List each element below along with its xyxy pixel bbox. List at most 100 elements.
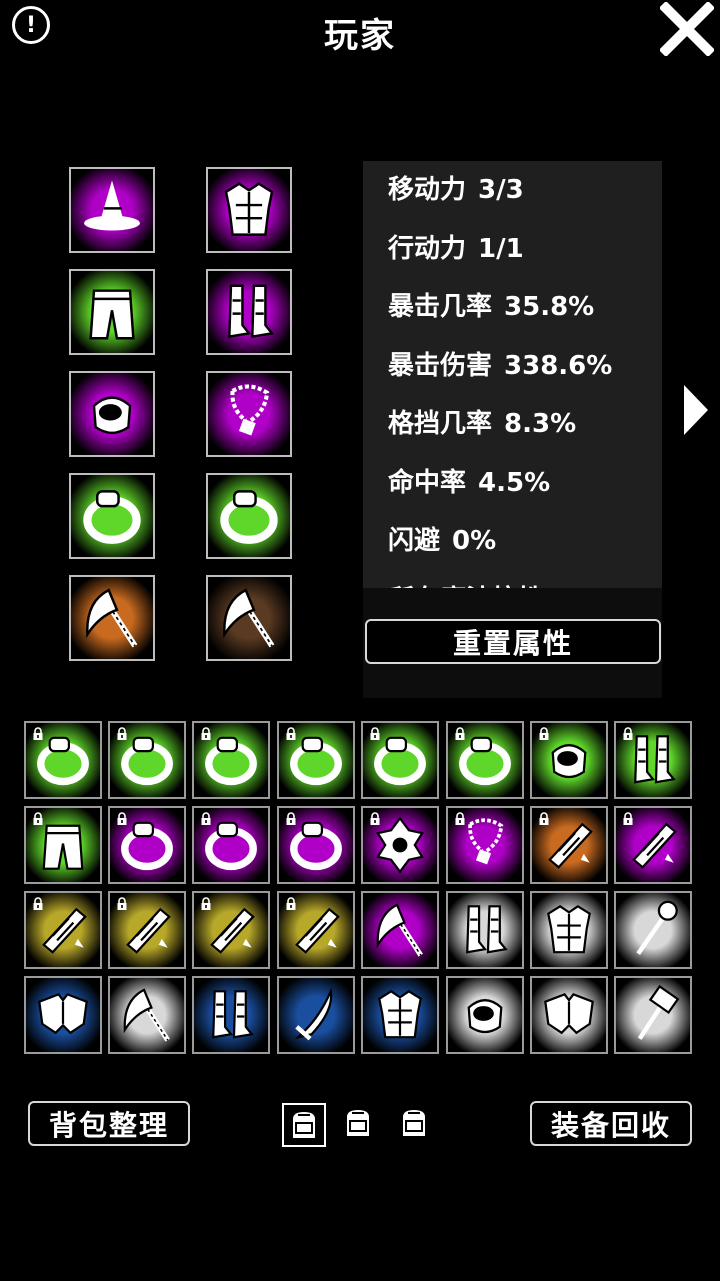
equipment-slot[interactable] [69, 575, 155, 661]
stat-row: 闪避 0% [388, 520, 496, 557]
chest-armor-icon [547, 904, 591, 954]
lock-icon [623, 727, 633, 740]
reset-attributes-button[interactable]: 重置属性 [365, 619, 661, 664]
lock-icon [33, 727, 43, 740]
inventory-slot[interactable] [108, 976, 186, 1054]
lock-icon [455, 812, 465, 825]
backpack-page-tab[interactable] [338, 1103, 382, 1147]
shoulder-armor-icon [544, 992, 594, 1035]
inventory-slot[interactable] [446, 721, 524, 799]
stat-value: 8.3% [504, 409, 577, 439]
equipment-slot[interactable] [69, 371, 155, 457]
inventory-slot[interactable] [614, 721, 692, 799]
lock-icon [539, 727, 549, 740]
backpack-page-1-icon [291, 1109, 317, 1140]
equipment-slot[interactable] [206, 575, 292, 661]
amulet-icon [230, 384, 270, 436]
inventory-slot[interactable] [108, 806, 186, 884]
ring-icon [220, 490, 278, 544]
inventory-slot[interactable] [361, 976, 439, 1054]
inventory-slot[interactable] [361, 891, 439, 969]
stat-row: 行动力 1/1 [388, 228, 524, 265]
next-page-arrow-icon[interactable] [684, 385, 708, 435]
stat-row: 移动力 3/3 [388, 169, 524, 206]
inventory-slot[interactable] [192, 976, 270, 1054]
lock-icon [117, 812, 127, 825]
equipment-slot[interactable] [206, 167, 292, 253]
boots-icon [228, 284, 275, 339]
inventory-slot[interactable] [108, 721, 186, 799]
lock-icon [201, 812, 211, 825]
ring-icon [83, 490, 141, 544]
inventory-slot[interactable] [108, 891, 186, 969]
stat-value: 0% [452, 526, 497, 556]
lock-icon [370, 727, 380, 740]
inventory-slot[interactable] [530, 806, 608, 884]
inventory-slot[interactable] [277, 806, 355, 884]
inventory-slot[interactable] [446, 891, 524, 969]
lock-icon [33, 812, 43, 825]
inventory-slot[interactable] [446, 806, 524, 884]
stat-value: 338.6% [504, 350, 613, 381]
stat-value: 35.8% [504, 292, 595, 322]
inventory-slot[interactable] [277, 891, 355, 969]
inventory-slot[interactable] [530, 976, 608, 1054]
inventory-slot[interactable] [192, 721, 270, 799]
curved-sword-icon [294, 987, 333, 1041]
inventory-slot[interactable] [192, 806, 270, 884]
pants-icon [89, 289, 135, 340]
inventory-slot[interactable] [24, 891, 102, 969]
boots-icon [212, 990, 254, 1039]
equipment-slot[interactable] [206, 371, 292, 457]
inventory-slot[interactable] [277, 976, 355, 1054]
inventory-slot[interactable] [614, 806, 692, 884]
equipment-slot[interactable] [206, 269, 292, 355]
wizard-hat-icon [84, 180, 140, 231]
stat-value: 1/1 [478, 233, 524, 264]
stat-row: 命中率 4.5% [388, 462, 550, 499]
battle-axe-icon [86, 588, 138, 648]
inventory-slot[interactable] [361, 806, 439, 884]
stat-value: 3/3 [478, 175, 524, 205]
inventory-slot[interactable] [24, 721, 102, 799]
stat-label: 命中率 [388, 467, 467, 498]
battle-axe-icon [223, 588, 275, 648]
stat-value: 4.5% [478, 467, 551, 498]
stat-row: 暴击几率 35.8% [388, 286, 594, 323]
close-x-icon[interactable] [660, 2, 714, 56]
backpack-page-3-icon [401, 1107, 427, 1138]
stat-row: 格挡几率 8.3% [388, 403, 576, 440]
backpack-page-tab[interactable] [394, 1103, 438, 1147]
inventory-slot[interactable] [530, 721, 608, 799]
inventory-slot[interactable] [24, 806, 102, 884]
inventory-slot[interactable] [530, 891, 608, 969]
inventory-slot[interactable] [614, 891, 692, 969]
stat-label: 闪避 [388, 526, 441, 556]
bracer-icon [92, 396, 132, 435]
lock-icon [201, 727, 211, 740]
lock-icon [33, 897, 43, 910]
hammer-icon [637, 984, 680, 1040]
equipment-slot[interactable] [69, 269, 155, 355]
backpack-page-tab[interactable] [282, 1103, 326, 1147]
lock-icon [539, 812, 549, 825]
lock-icon [455, 727, 465, 740]
inventory-slot[interactable] [192, 891, 270, 969]
equipment-slot[interactable] [69, 473, 155, 559]
recycle-equipment-button[interactable]: 装备回收 [530, 1101, 692, 1146]
inventory-slot[interactable] [446, 976, 524, 1054]
lock-icon [623, 812, 633, 825]
stat-row: 所有魔法抗性0 [388, 579, 574, 589]
lock-icon [286, 727, 296, 740]
inventory-slot[interactable] [277, 721, 355, 799]
inventory-slot[interactable] [361, 721, 439, 799]
stats-panel[interactable]: 移动力 3/3 行动力 1/1 暴击几率 35.8% 暴击伤害 338.6% 格挡几率 8.3% 命… [363, 161, 662, 588]
equipment-slot[interactable] [69, 167, 155, 253]
inventory-slot[interactable] [24, 976, 102, 1054]
equipment-slot[interactable] [206, 473, 292, 559]
lock-icon [117, 727, 127, 740]
inventory-slot[interactable] [614, 976, 692, 1054]
page-title: 玩家 [324, 16, 396, 56]
player-screen: ! 玩家 移动力 3/3 行动力 1/1 暴击几率 35.8% 暴击伤害 338.6% 格挡几率… [0, 0, 720, 1281]
sort-backpack-button[interactable]: 背包整理 [28, 1101, 190, 1146]
